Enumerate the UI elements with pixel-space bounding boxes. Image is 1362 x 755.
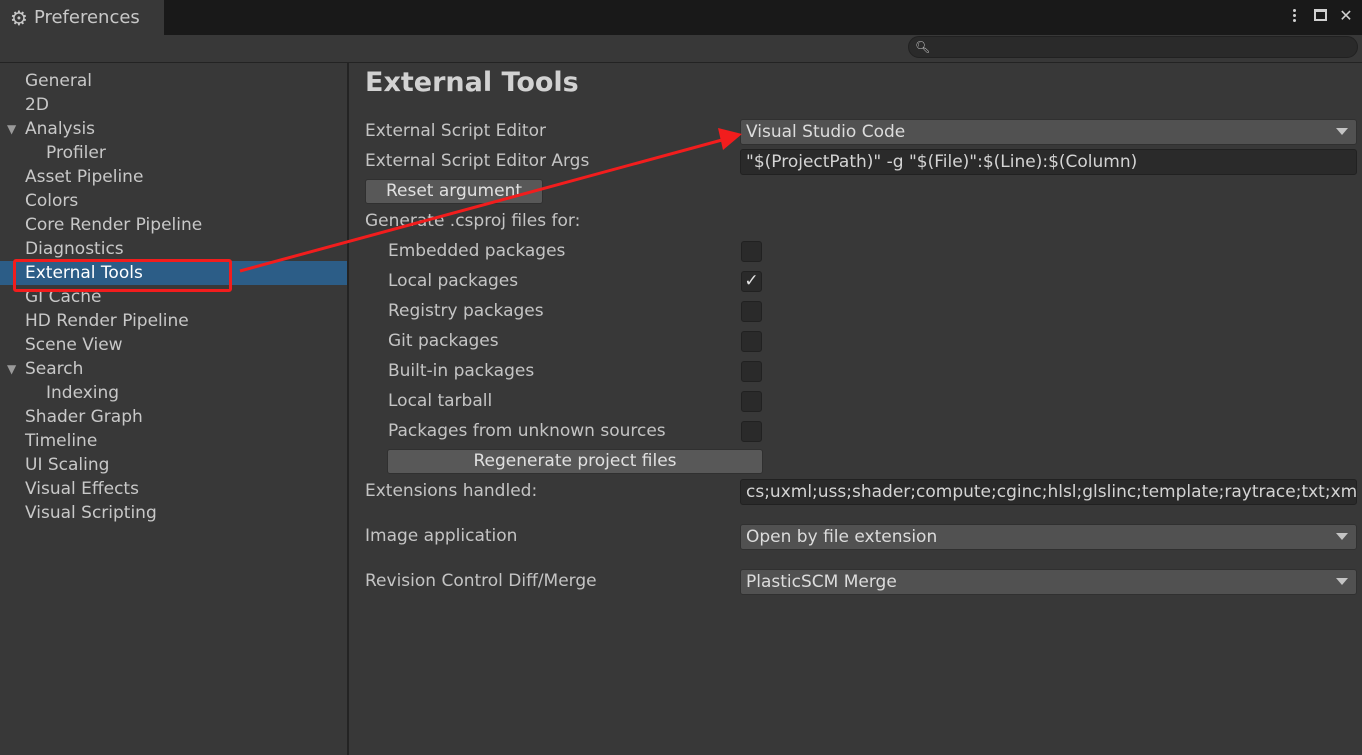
local-packages-label: Local packages: [388, 271, 519, 291]
script-editor-args-label: External Script Editor Args: [365, 151, 590, 171]
image-application-label: Image application: [365, 526, 518, 546]
script-editor-label: External Script Editor: [365, 121, 546, 141]
unknown-sources-checkbox[interactable]: [741, 421, 762, 442]
script-editor-value: Visual Studio Code: [746, 122, 906, 142]
sidebar-item-asset-pipeline[interactable]: Asset Pipeline: [0, 165, 347, 189]
generate-csproj-label: Generate .csproj files for:: [365, 211, 581, 231]
sidebar-item-label: Diagnostics: [25, 239, 124, 259]
close-icon[interactable]: ✕: [1338, 6, 1354, 25]
preferences-tab[interactable]: ⚙ Preferences: [0, 0, 164, 35]
revision-control-dropdown[interactable]: PlasticSCM Merge: [740, 569, 1357, 595]
git-packages-checkbox[interactable]: [741, 331, 762, 352]
sidebar-item-label: 2D: [25, 95, 49, 115]
revision-control-label: Revision Control Diff/Merge: [365, 571, 597, 591]
extensions-handled-label: Extensions handled:: [365, 481, 538, 501]
sidebar-item-label: Indexing: [46, 383, 120, 403]
sidebar-item-label: Shader Graph: [25, 407, 143, 427]
extensions-handled-field[interactable]: cs;uxml;uss;shader;compute;cginc;hlsl;gl…: [740, 479, 1357, 505]
sidebar-item-diagnostics[interactable]: Diagnostics: [0, 237, 347, 261]
toolbar: 🔍︎: [0, 35, 1362, 62]
sidebar-item-colors[interactable]: Colors: [0, 189, 347, 213]
script-editor-args-field[interactable]: "$(ProjectPath)" -g "$(File)":$(Line):$(…: [740, 149, 1357, 175]
sidebar-item-label: Visual Effects: [25, 479, 139, 499]
sidebar-item-label: External Tools: [25, 263, 143, 283]
sidebar-item-hd-render-pipeline[interactable]: HD Render Pipeline: [0, 309, 347, 333]
search-icon: 🔍︎: [915, 40, 931, 54]
gear-icon: ⚙: [10, 5, 28, 30]
registry-packages-checkbox[interactable]: [741, 301, 762, 322]
expand-triangle-icon[interactable]: ▼: [7, 357, 16, 381]
sidebar-item-label: Search: [25, 359, 84, 379]
window-controls: ✕: [1286, 4, 1354, 26]
chevron-down-icon: [1336, 578, 1348, 585]
sidebar: General 2D ▼ Analysis Profiler Asset Pipe…: [0, 63, 347, 755]
reset-argument-button[interactable]: Reset argument: [365, 179, 543, 204]
expand-triangle-icon[interactable]: ▼: [7, 117, 16, 141]
chevron-down-icon: [1336, 128, 1348, 135]
embedded-packages-label: Embedded packages: [388, 241, 566, 261]
sidebar-item-label: Analysis: [25, 119, 96, 139]
local-tarball-label: Local tarball: [388, 391, 493, 411]
title-bar: ⚙ Preferences ✕: [0, 0, 1362, 35]
sidebar-item-scene-view[interactable]: Scene View: [0, 333, 347, 357]
sidebar-item-general[interactable]: General: [0, 69, 347, 93]
sidebar-item-analysis[interactable]: ▼ Analysis: [0, 117, 347, 141]
sidebar-item-label: Asset Pipeline: [25, 167, 144, 187]
sidebar-item-timeline[interactable]: Timeline: [0, 429, 347, 453]
sidebar-item-2d[interactable]: 2D: [0, 93, 347, 117]
sidebar-item-core-render-pipeline[interactable]: Core Render Pipeline: [0, 213, 347, 237]
regenerate-project-files-button[interactable]: Regenerate project files: [387, 449, 763, 474]
git-packages-label: Git packages: [388, 331, 499, 351]
unknown-sources-label: Packages from unknown sources: [388, 421, 666, 441]
sidebar-item-label: Profiler: [46, 143, 106, 163]
maximize-icon[interactable]: [1312, 7, 1328, 23]
image-application-dropdown[interactable]: Open by file extension: [740, 524, 1357, 550]
builtin-packages-label: Built-in packages: [388, 361, 535, 381]
sidebar-item-label: General: [25, 71, 92, 91]
local-tarball-checkbox[interactable]: [741, 391, 762, 412]
revision-control-value: PlasticSCM Merge: [746, 572, 897, 592]
sidebar-item-label: Core Render Pipeline: [25, 215, 203, 235]
sidebar-item-label: Scene View: [25, 335, 123, 355]
sidebar-item-external-tools[interactable]: External Tools: [0, 261, 347, 285]
window-title: Preferences: [33, 7, 140, 28]
sidebar-item-visual-effects[interactable]: Visual Effects: [0, 477, 347, 501]
sidebar-item-label: Colors: [25, 191, 79, 211]
builtin-packages-checkbox[interactable]: [741, 361, 762, 382]
sidebar-item-ui-scaling[interactable]: UI Scaling: [0, 453, 347, 477]
sidebar-item-search[interactable]: ▼ Search: [0, 357, 347, 381]
sidebar-item-label: UI Scaling: [25, 455, 110, 475]
sidebar-item-label: GI Cache: [25, 287, 102, 307]
sidebar-item-indexing[interactable]: Indexing: [0, 381, 347, 405]
main-panel: External Tools External Script Editor Vi…: [349, 63, 1362, 755]
sidebar-item-gi-cache[interactable]: GI Cache: [0, 285, 347, 309]
image-application-value: Open by file extension: [746, 527, 938, 547]
sidebar-item-label: Visual Scripting: [25, 503, 157, 523]
sidebar-item-label: Timeline: [25, 431, 98, 451]
sidebar-item-shader-graph[interactable]: Shader Graph: [0, 405, 347, 429]
sidebar-item-label: HD Render Pipeline: [25, 311, 189, 331]
local-packages-checkbox[interactable]: ✓: [741, 271, 762, 292]
registry-packages-label: Registry packages: [388, 301, 544, 321]
page-title: External Tools: [365, 67, 579, 98]
more-options-icon[interactable]: [1286, 7, 1302, 23]
search-input[interactable]: 🔍︎: [908, 36, 1358, 58]
sidebar-item-visual-scripting[interactable]: Visual Scripting: [0, 501, 347, 525]
embedded-packages-checkbox[interactable]: [741, 241, 762, 262]
script-editor-dropdown[interactable]: Visual Studio Code: [740, 119, 1357, 145]
checkmark-icon: ✓: [744, 271, 759, 291]
sidebar-item-profiler[interactable]: Profiler: [0, 141, 347, 165]
chevron-down-icon: [1336, 533, 1348, 540]
